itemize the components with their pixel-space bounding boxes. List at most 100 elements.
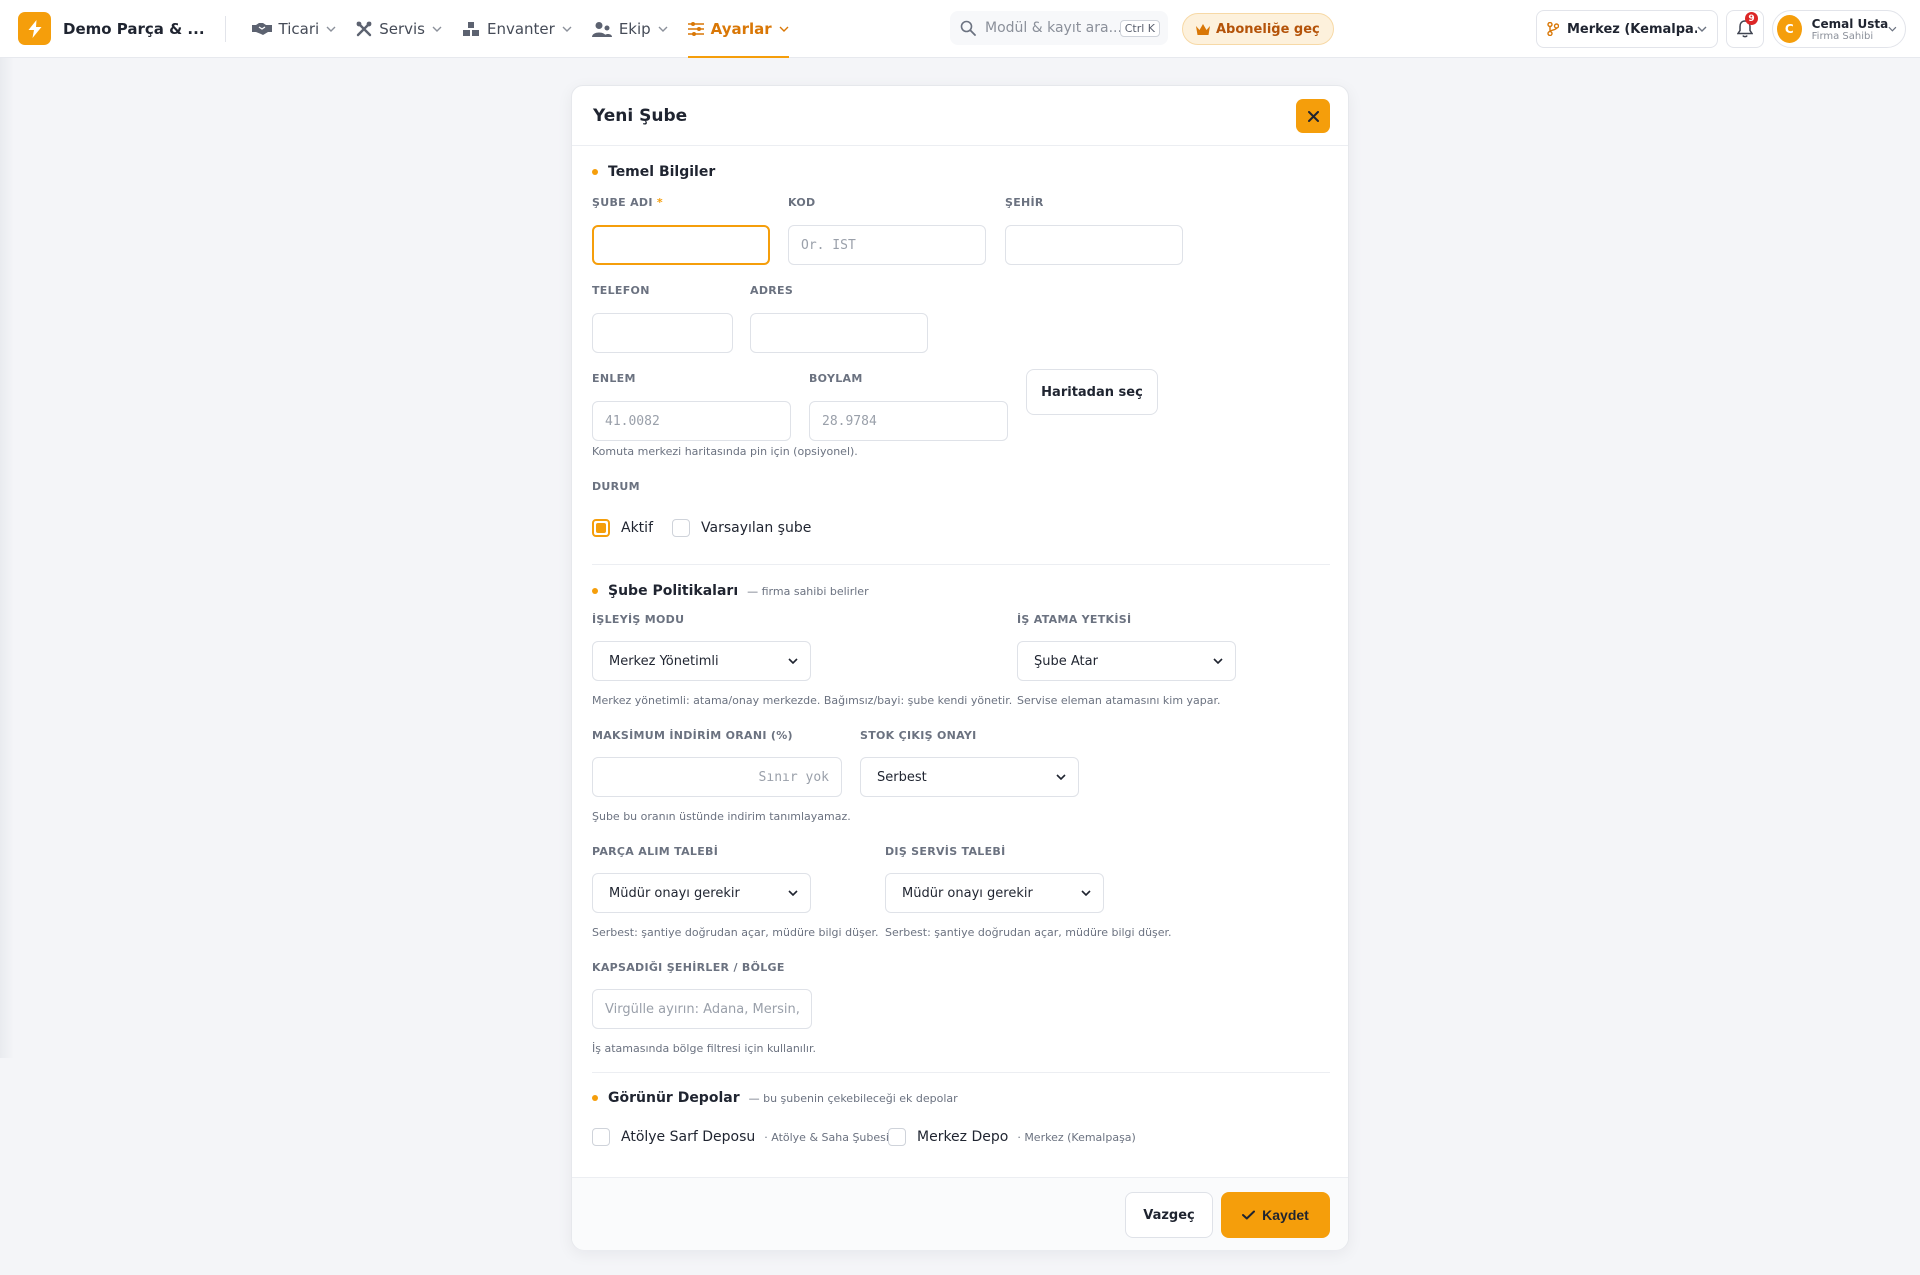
operation-mode-hint: Merkez yönetimli: atama/onay merkezde. B… [592,694,1013,707]
sidebar-shadow [0,58,14,1058]
modal-header: Yeni Şube [572,86,1348,146]
select-value: Serbest [877,769,927,785]
code-input[interactable] [788,225,986,265]
stock-out-select[interactable]: Serbest [860,757,1079,797]
regions-input[interactable] [592,989,812,1029]
section-bullet [592,169,598,175]
required-mark: * [656,196,663,209]
regions-hint: İş atamasında bölge filtresi için kullan… [592,1042,816,1055]
section-visible-warehouses: Görünür Depolar — bu şubenin çekebileceğ… [592,1090,958,1106]
close-button[interactable] [1296,99,1330,133]
git-branch-icon [1547,22,1559,36]
save-button[interactable]: Kaydet [1221,1192,1330,1238]
section-branch-policies: Şube Politikaları — firma sahibi belirle… [592,583,869,599]
notification-count-badge: 9 [1745,12,1758,25]
close-icon [1307,110,1319,122]
chevron-down-icon [1056,774,1066,780]
section-title: Temel Bilgiler [608,164,716,180]
brand-name: Demo Parça & ... [63,19,205,38]
section-bullet [592,1095,598,1101]
nav-label: Servis [379,19,425,38]
user-info: Cemal Usta Firma Sahibi [1812,17,1889,42]
save-label: Kaydet [1262,1207,1309,1223]
regions-label: KAPSADIĞI ŞEHİRLER / BÖLGE [592,961,785,974]
chevron-down-icon [1081,890,1091,896]
branch-name-input[interactable] [592,225,770,265]
label-text: ŞUBE ADI [592,196,653,209]
phone-input[interactable] [592,313,733,353]
external-service-hint: Serbest: şantiye doğrudan açar, müdüre b… [885,926,1172,939]
section-basic-info: Temel Bilgiler [592,164,715,180]
job-assignment-select[interactable]: Şube Atar [1017,641,1236,681]
latitude-label: ENLEM [592,372,636,385]
branch-name-label: ŞUBE ADI * [592,196,663,209]
cancel-button[interactable]: Vazgeç [1125,1192,1213,1238]
latitude-input[interactable] [592,401,791,441]
part-request-select[interactable]: Müdür onayı gerekir [592,873,811,913]
warehouse-branch: · Merkez (Kemalpaşa) [1017,1130,1136,1144]
chevron-down-icon [562,26,572,32]
phone-label: TELEFON [592,284,650,297]
job-assignment-label: İŞ ATAMA YETKİSİ [1017,613,1132,626]
pick-from-map-button[interactable]: Haritadan seç [1026,369,1158,415]
part-request-label: PARÇA ALIM TALEBİ [592,845,719,858]
chevron-down-icon [788,658,798,664]
nav-item-ticari[interactable]: Ticari [242,0,347,58]
default-branch-checkbox-row[interactable]: Varsayılan şube [672,519,811,537]
default-branch-label: Varsayılan şube [701,520,812,536]
active-checkbox[interactable] [592,519,610,537]
default-branch-checkbox[interactable] [672,519,690,537]
longitude-input[interactable] [809,401,1008,441]
address-label: ADRES [750,284,794,297]
city-input[interactable] [1005,225,1183,265]
chevron-down-icon [326,26,336,32]
notifications-button[interactable]: 9 [1726,10,1764,48]
search-icon [960,20,976,36]
chevron-down-icon [1888,26,1897,32]
checkbox-fill [596,523,606,533]
job-assignment-hint: Servise eleman atamasını kim yapar. [1017,694,1221,707]
nav-item-servis[interactable]: Servis [346,0,452,58]
user-name: Cemal Usta [1811,16,1889,31]
active-checkbox-row[interactable]: Aktif [592,519,653,537]
nav-item-envanter[interactable]: Envanter [452,0,582,58]
lightning-icon [18,12,51,45]
user-menu[interactable]: C Cemal Usta Firma Sahibi [1772,10,1906,48]
global-search[interactable]: Modül & kayıt ara... Ctrl K [950,11,1168,45]
select-value: Müdür onayı gerekir [609,885,740,901]
branch-selector[interactable]: Merkez (Kemalpa... [1536,10,1718,48]
address-input[interactable] [750,313,928,353]
select-value: Müdür onayı gerekir [902,885,1033,901]
nav-label: Ayarlar [710,19,772,38]
divider [592,564,1330,565]
warehouse-checkbox[interactable] [888,1128,906,1146]
search-placeholder: Modül & kayıt ara... [985,20,1120,36]
operation-mode-label: İŞLEYİŞ MODU [592,613,685,626]
divider [224,15,226,42]
warehouse-checkbox[interactable] [592,1128,610,1146]
nav-item-ekip[interactable]: Ekip [582,0,678,58]
modal-footer: Vazgeç Kaydet [572,1177,1348,1250]
warehouse-item[interactable]: Atölye Sarf Deposu · Atölye & Saha Şubes… [592,1128,889,1146]
new-branch-modal: Yeni Şube Temel Bilgiler ŞUBE ADI * KOD … [571,85,1349,1250]
user-role: Firma Sahibi [1811,30,1874,42]
operation-mode-select[interactable]: Merkez Yönetimli [592,641,811,681]
max-discount-input[interactable] [592,757,842,797]
search-shortcut: Ctrl K [1119,19,1160,37]
main-nav: Ticari Servis Envanter Ekip Ayarlar [242,0,799,58]
subscribe-label: Aboneliğe geç [1216,21,1320,37]
section-title: Şube Politikaları [608,583,739,599]
chevron-down-icon [779,26,789,32]
warehouse-name: Atölye Sarf Deposu [621,1129,756,1145]
subscribe-button[interactable]: Aboneliğe geç [1182,13,1334,45]
nav-label: Envanter [486,19,555,38]
branch-label: Merkez (Kemalpa... [1567,21,1697,37]
warehouse-item[interactable]: Merkez Depo · Merkez (Kemalpaşa) [888,1128,1136,1146]
tools-icon [356,21,372,36]
external-service-select[interactable]: Müdür onayı gerekir [885,873,1104,913]
chevron-down-icon [658,26,668,32]
brand[interactable]: Demo Parça & ... [18,12,205,45]
divider [592,1072,1330,1073]
nav-item-ayarlar[interactable]: Ayarlar [678,0,799,58]
longitude-label: BOYLAM [809,372,863,385]
